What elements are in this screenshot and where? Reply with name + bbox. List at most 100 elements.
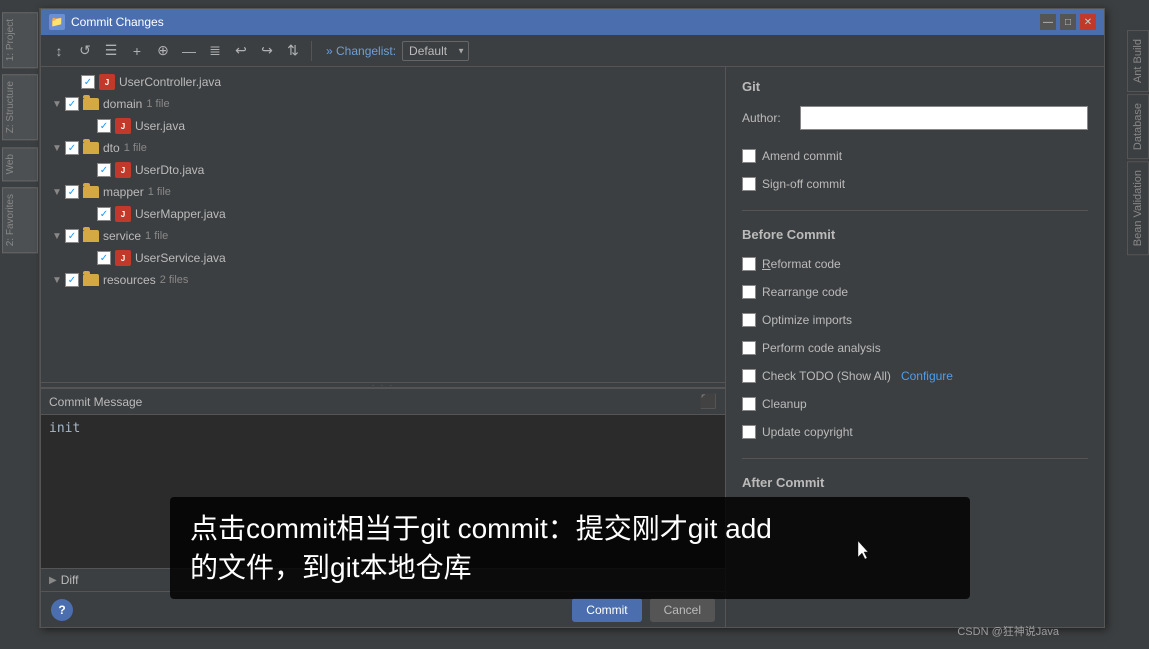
sidebar-item-favorites[interactable]: 2: Favorites (2, 187, 38, 253)
file-checkbox[interactable] (97, 207, 111, 221)
watermark: CSDN @狂神说Java (957, 623, 1059, 639)
vtab-bean-validation[interactable]: Bean Validation (1127, 161, 1149, 255)
folder-icon (83, 142, 99, 154)
java-icon: J (115, 250, 131, 266)
optimize-imports-label: Optimize imports (762, 313, 852, 327)
toolbar: ↕ ↺ ☰ + ⊕ — ≣ ↩ ↪ ⇅ » Changelist: Defaul… (41, 35, 1104, 67)
vtab-database[interactable]: Database (1127, 94, 1149, 159)
toolbar-btn-group[interactable]: ≣ (203, 39, 227, 63)
changelist-dropdown[interactable]: Default (402, 41, 469, 61)
code-analysis-label: Perform code analysis (762, 341, 881, 355)
folder-name: service (103, 229, 141, 243)
toolbar-btn-add[interactable]: + (125, 39, 149, 63)
vtab-ant-build[interactable]: Ant Build (1127, 30, 1149, 92)
cursor (858, 541, 868, 559)
sidebar-item-web[interactable]: Web (2, 147, 38, 181)
folder-checkbox[interactable] (65, 229, 79, 243)
list-item[interactable]: J UserDto.java (41, 159, 725, 181)
file-checkbox[interactable] (97, 119, 111, 133)
java-icon: J (99, 74, 115, 90)
diff-arrow: ▶ (49, 575, 57, 586)
tree-arrow: ▼ (49, 275, 65, 286)
title-bar-left: 📁 Commit Changes (49, 14, 164, 30)
code-analysis-checkbox[interactable] (742, 341, 756, 355)
list-item[interactable]: ▼ dto 1 file (41, 137, 725, 159)
rearrange-code-label: Rearrange code (762, 285, 848, 299)
toolbar-btn-undo[interactable]: ↩ (229, 39, 253, 63)
file-name: UserService.java (135, 251, 226, 265)
list-item[interactable]: ▼ service 1 file (41, 225, 725, 247)
java-icon: J (115, 206, 131, 222)
folder-checkbox[interactable] (65, 185, 79, 199)
cancel-button[interactable]: Cancel (650, 598, 715, 622)
cleanup-checkbox[interactable] (742, 397, 756, 411)
cleanup-label: Cleanup (762, 397, 807, 411)
toolbar-btn-move[interactable]: ⊕ (151, 39, 175, 63)
file-tree: J UserController.java ▼ domain 1 file (41, 67, 725, 382)
java-icon: J (115, 118, 131, 134)
maximize-button[interactable]: □ (1060, 14, 1076, 30)
toolbar-btn-remove[interactable]: — (177, 39, 201, 63)
commit-message-icon: ⬛ (700, 393, 717, 410)
commit-icon: 📁 (49, 14, 65, 30)
optimize-imports-row: Optimize imports (742, 310, 1088, 330)
author-label: Author: (742, 111, 792, 125)
help-button[interactable]: ? (51, 599, 73, 621)
amend-commit-row: Amend commit (742, 146, 1088, 166)
toolbar-btn-view[interactable]: ☰ (99, 39, 123, 63)
tree-arrow: ▼ (49, 143, 65, 154)
java-icon: J (115, 162, 131, 178)
file-checkbox[interactable] (81, 75, 95, 89)
toolbar-btn-jump[interactable]: ↕ (47, 39, 71, 63)
rearrange-code-checkbox[interactable] (742, 285, 756, 299)
commit-message-label: Commit Message (49, 395, 142, 409)
optimize-imports-checkbox[interactable] (742, 313, 756, 327)
amend-commit-checkbox[interactable] (742, 149, 756, 163)
git-title: Git (742, 79, 1088, 94)
check-todo-row: Check TODO (Show All) Configure (742, 366, 1088, 386)
sidebar-item-structure[interactable]: Z: Structure (2, 74, 38, 140)
tree-arrow: ▼ (49, 187, 65, 198)
sign-off-checkbox[interactable] (742, 177, 756, 191)
file-checkbox[interactable] (97, 163, 111, 177)
minimize-button[interactable]: — (1040, 14, 1056, 30)
toolbar-btn-diff[interactable]: ↪ (255, 39, 279, 63)
cleanup-row: Cleanup (742, 394, 1088, 414)
reformat-code-checkbox[interactable] (742, 257, 756, 271)
folder-checkbox[interactable] (65, 141, 79, 155)
configure-link[interactable]: Configure (901, 369, 953, 383)
check-todo-checkbox[interactable] (742, 369, 756, 383)
update-copyright-row: Update copyright (742, 422, 1088, 442)
check-todo-label: Check TODO (Show All) (762, 369, 891, 383)
list-item[interactable]: ▼ mapper 1 file (41, 181, 725, 203)
list-item[interactable]: J UserMapper.java (41, 203, 725, 225)
close-button[interactable]: ✕ (1080, 14, 1096, 30)
folder-checkbox[interactable] (65, 97, 79, 111)
left-ide-panel: 1: Project Z: Structure Web 2: Favorites (0, 8, 40, 628)
after-commit-title: After Commit (742, 475, 1088, 490)
file-count: 1 file (124, 142, 147, 154)
code-analysis-row: Perform code analysis (742, 338, 1088, 358)
toolbar-btn-expand[interactable]: ⇅ (281, 39, 305, 63)
list-item[interactable]: J UserController.java (41, 71, 725, 93)
diff-label: Diff (61, 573, 79, 587)
folder-icon (83, 230, 99, 242)
dialog-title: Commit Changes (71, 15, 164, 29)
tree-arrow: ▼ (49, 231, 65, 242)
list-item[interactable]: J User.java (41, 115, 725, 137)
toolbar-btn-refresh[interactable]: ↺ (73, 39, 97, 63)
tree-arrow: ▼ (49, 99, 65, 110)
sidebar-item-project[interactable]: 1: Project (2, 12, 38, 68)
author-input[interactable] (800, 106, 1088, 130)
changelist-label: » Changelist: (326, 44, 396, 58)
update-copyright-checkbox[interactable] (742, 425, 756, 439)
toolbar-separator (311, 41, 312, 61)
list-item[interactable]: ▼ domain 1 file (41, 93, 725, 115)
file-checkbox[interactable] (97, 251, 111, 265)
list-item[interactable]: J UserService.java (41, 247, 725, 269)
folder-checkbox[interactable] (65, 273, 79, 287)
commit-button[interactable]: Commit (572, 598, 641, 622)
file-name: User.java (135, 119, 185, 133)
rearrange-code-row: Rearrange code (742, 282, 1088, 302)
list-item[interactable]: ▼ resources 2 files (41, 269, 725, 291)
